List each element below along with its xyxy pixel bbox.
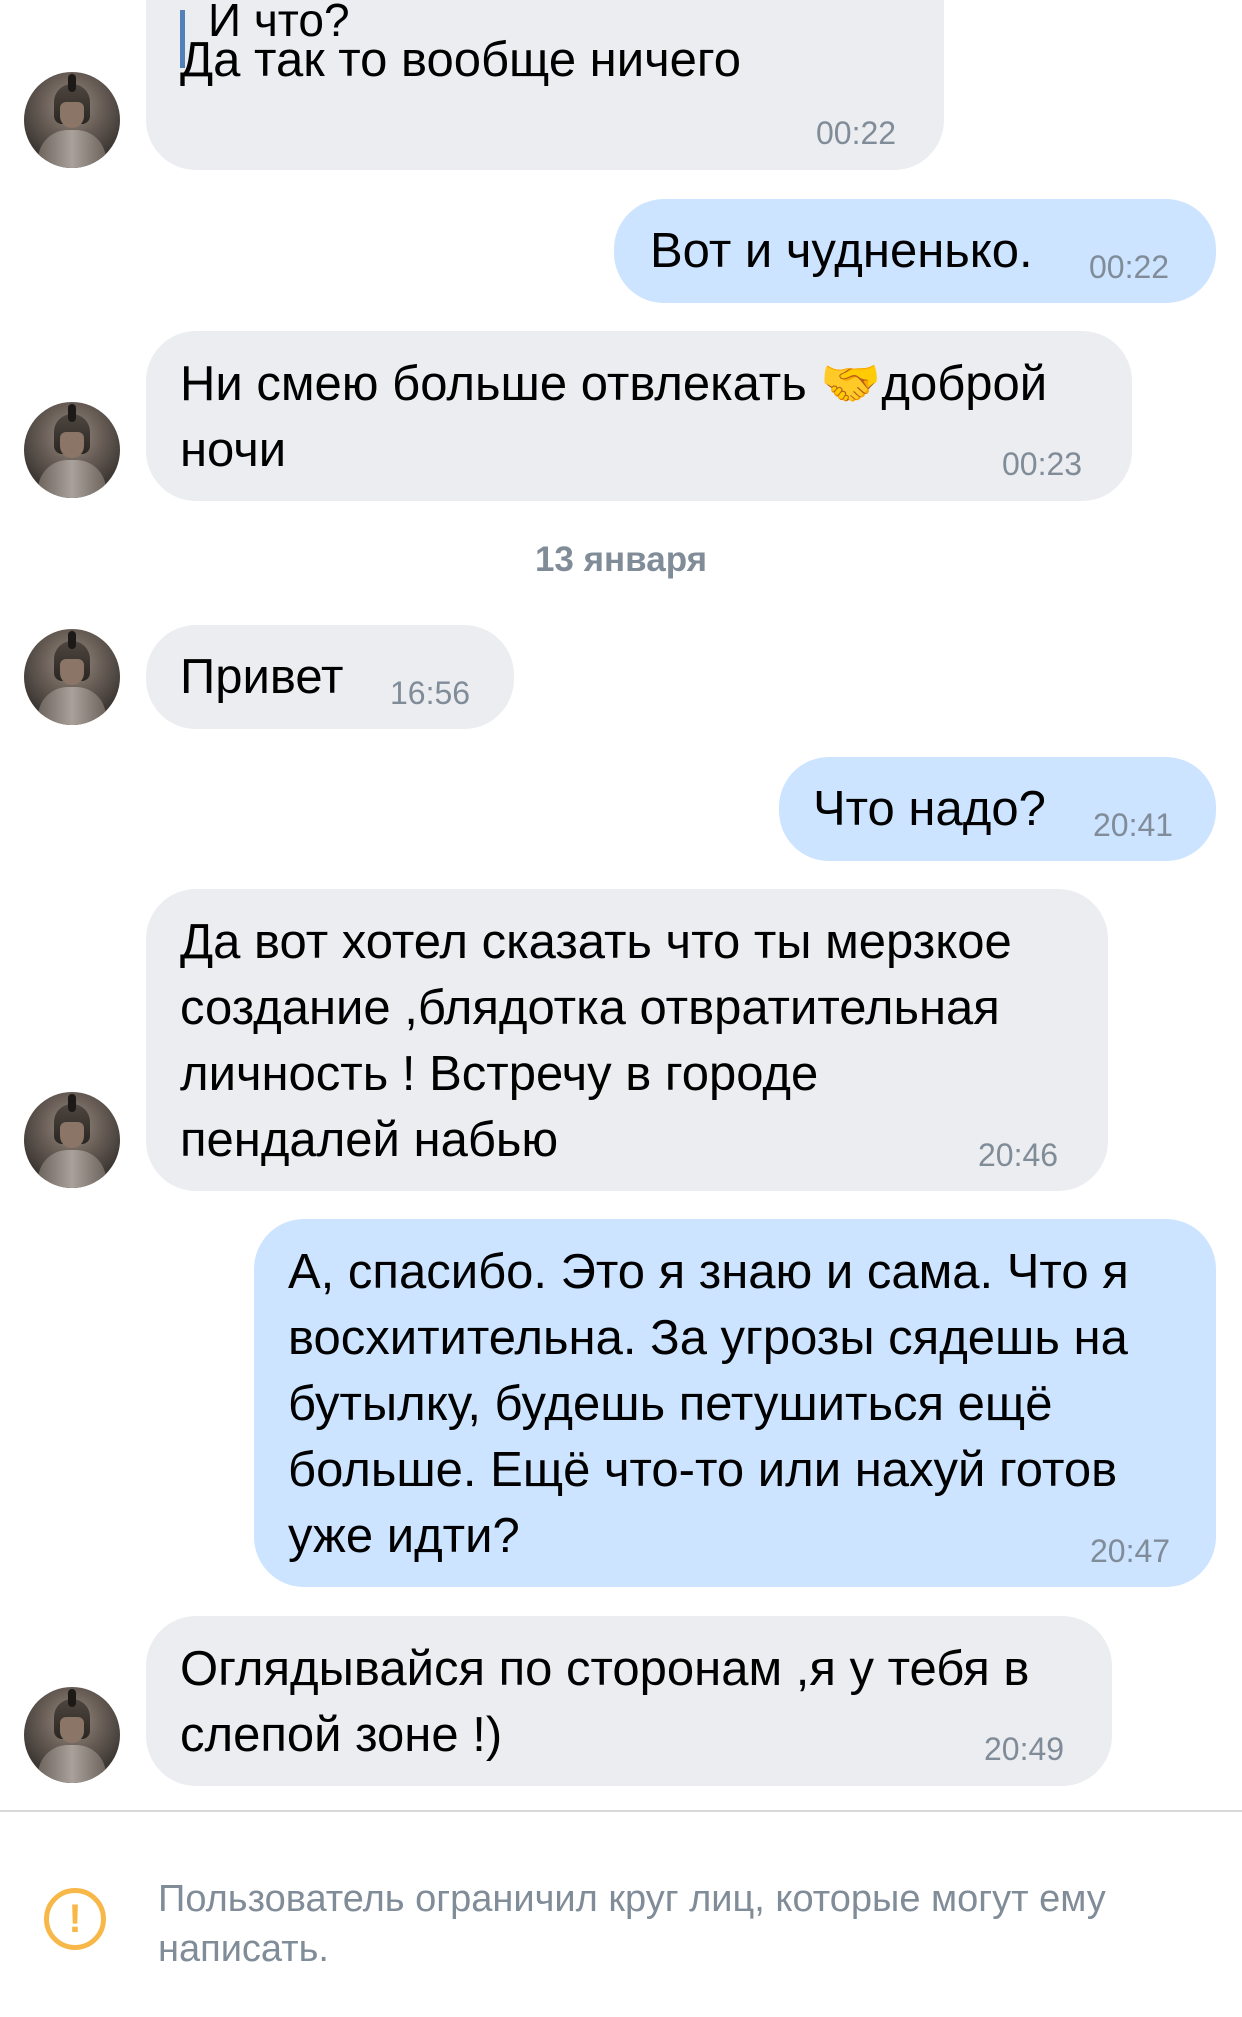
message-time: 00:22 [816,115,897,151]
message-text: больше. Ещё что-то или нахуй готов [288,1443,1118,1497]
message-time: 00:23 [1002,446,1083,482]
message-text: уже идти? [288,1509,520,1563]
contact-avatar[interactable] [24,402,120,498]
message-text: Оглядывайся по сторонам ,я у тебя в [180,1642,1030,1696]
contact-avatar[interactable] [24,1687,120,1783]
message-bubble-incoming[interactable]: И что? Да так то вообще ничего 00:22 [146,0,944,170]
message-text: Да так то вообще ничего [180,33,741,87]
date-separator: 13 января [534,540,708,579]
message-text: ночи [180,423,287,477]
message-bubble-outgoing[interactable]: А, спасибо. Это я знаю и сама. Что я вос… [254,1219,1216,1587]
message-bubble-outgoing[interactable]: Вот и чудненько. 00:22 [614,199,1216,303]
message-bubble-incoming[interactable]: Оглядывайся по сторонам ,я у тебя в слеп… [146,1616,1112,1786]
message-text: слепой зоне !) [180,1708,503,1762]
warning-icon: ! [44,1888,106,1950]
message-bubble-incoming[interactable]: Ни смею больше отвлекать 🤝доброй ночи 00… [146,331,1132,501]
message-text: бутылку, будешь петушиться ещё [288,1377,1053,1431]
message-history[interactable]: И что? Да так то вообще ничего 00:22 Вот… [0,0,1242,1810]
message-text: Да вот хотел сказать что ты мерзкое [180,915,1012,969]
contact-avatar[interactable] [24,72,120,168]
message-time: 20:41 [1093,807,1174,843]
message-bubble-incoming[interactable]: Привет 16:56 [146,625,514,729]
message-bubble-outgoing[interactable]: Что надо? 20:41 [779,757,1216,861]
message-text: Вот и чудненько. [650,224,1033,278]
message-time: 20:49 [984,1731,1065,1767]
restriction-notice-bar: ! Пользователь ограничил круг лиц, котор… [0,1810,1242,2017]
contact-avatar[interactable] [24,629,120,725]
message-text: Что надо? [813,782,1046,836]
message-time: 16:56 [390,675,471,711]
contact-avatar[interactable] [24,1092,120,1188]
message-text: Ни смею больше отвлекать 🤝доброй [180,357,1048,411]
message-text: А, спасибо. Это я знаю и сама. Что я [288,1245,1129,1299]
message-text: создание ,блядотка отвратительная [180,981,1000,1035]
message-text: пендалей набью [180,1113,559,1167]
message-text: восхитительна. За угрозы сядешь на [288,1311,1128,1365]
message-bubble-incoming[interactable]: Да вот хотел сказать что ты мерзкое созд… [146,889,1108,1191]
message-text: личность ! Встречу в городе [180,1047,819,1101]
restriction-notice-text: Пользователь ограничил круг лиц, которые… [158,1878,1106,1970]
message-time: 20:46 [978,1137,1059,1173]
message-time: 20:47 [1090,1533,1171,1569]
message-time: 00:22 [1089,249,1170,285]
message-text: Привет [180,650,344,704]
